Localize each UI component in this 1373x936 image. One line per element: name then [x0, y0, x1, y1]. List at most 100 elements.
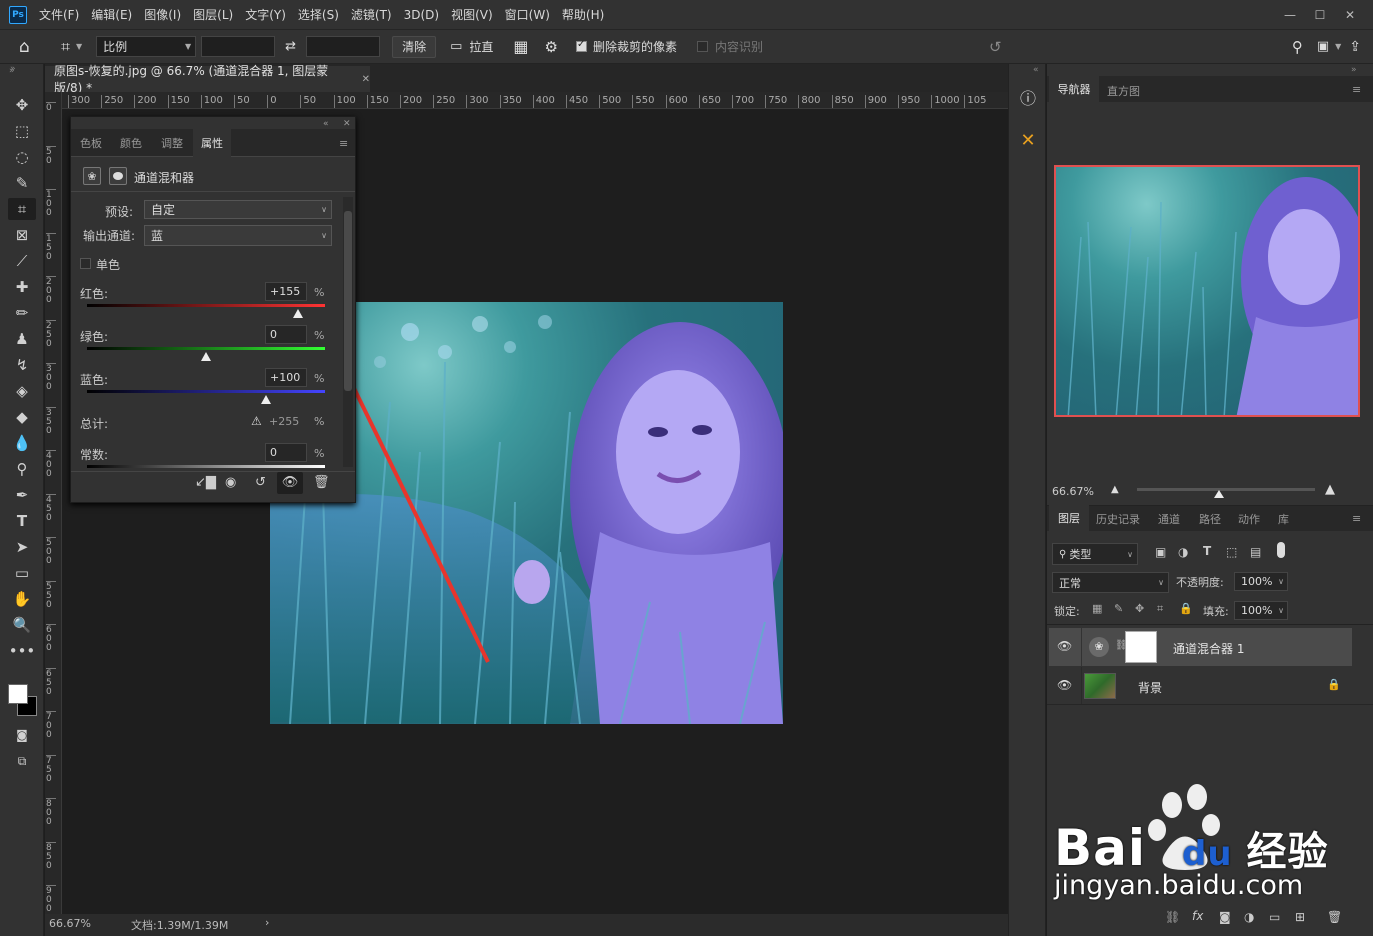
document-tab[interactable]: 原图s-恢复的.jpg @ 66.7% (通道混合器 1, 图层蒙版/8) * …: [45, 64, 370, 95]
home-icon[interactable]: ⌂: [19, 37, 45, 57]
layer-mask-thumbnail[interactable]: [1125, 631, 1157, 663]
clear-button[interactable]: 清除: [392, 35, 437, 58]
zoom-slider[interactable]: [1137, 488, 1315, 491]
height-input[interactable]: [306, 36, 381, 57]
zoom-out-icon[interactable]: ▲: [1111, 484, 1119, 495]
view-previous-icon[interactable]: ◉: [225, 475, 236, 490]
dodge-tool-icon[interactable]: ⚲: [8, 458, 36, 480]
chevron-down-icon[interactable]: ▼: [1335, 42, 1341, 51]
straighten-label[interactable]: 拉直: [469, 38, 493, 55]
tab-swatches[interactable]: 色板: [71, 129, 111, 157]
menu-select[interactable]: 选择(S): [298, 6, 339, 23]
tab-layers[interactable]: 图层: [1049, 505, 1089, 531]
minimize-icon[interactable]: —: [1275, 8, 1305, 22]
green-value-input[interactable]: 0: [265, 325, 307, 344]
preset-select[interactable]: 自定 ∨: [144, 200, 332, 219]
panel-menu-icon[interactable]: ≡: [1352, 83, 1361, 96]
tab-properties[interactable]: 属性: [193, 129, 231, 157]
panel-menu-icon[interactable]: ≡: [339, 137, 348, 150]
rectangle-tool-icon[interactable]: ▭: [8, 562, 36, 584]
healing-brush-tool-icon[interactable]: ✚: [8, 276, 36, 298]
zoom-in-icon[interactable]: ▲: [1325, 482, 1335, 497]
filter-shape-icon[interactable]: ⬚: [1226, 545, 1237, 559]
info-icon[interactable]: ⓘ: [1015, 86, 1041, 112]
hand-tool-icon[interactable]: ✋: [8, 588, 36, 610]
layer-filter-select[interactable]: ⚲ 类型 ∨: [1052, 543, 1138, 565]
menu-view[interactable]: 视图(V): [451, 6, 493, 23]
eraser-tool-icon[interactable]: ◈: [8, 380, 36, 402]
filter-type-icon[interactable]: T: [1203, 544, 1211, 558]
clone-stamp-tool-icon[interactable]: ♟: [8, 328, 36, 350]
menu-layer[interactable]: 图层(L): [193, 6, 233, 23]
menu-help[interactable]: 帮助(H): [562, 6, 604, 23]
gear-icon[interactable]: ⚙: [545, 38, 558, 56]
zoom-tool-icon[interactable]: 🔍: [8, 614, 36, 636]
collapse-icon[interactable]: »: [1351, 65, 1357, 75]
share-icon[interactable]: ⇪: [1349, 39, 1361, 55]
menu-file[interactable]: 文件(F): [39, 6, 79, 23]
constant-value-input[interactable]: 0: [265, 443, 307, 462]
quick-mask-icon[interactable]: ◙: [8, 724, 36, 746]
type-tool-icon[interactable]: T: [8, 510, 36, 532]
navigator-preview[interactable]: [1054, 165, 1360, 417]
scrollbar-thumb[interactable]: [344, 211, 352, 391]
blue-slider-track[interactable]: [87, 390, 325, 393]
tab-color[interactable]: 颜色: [111, 129, 151, 157]
close-icon[interactable]: ✕: [343, 119, 351, 129]
lock-pixels-icon[interactable]: ✎: [1114, 602, 1123, 615]
more-tools-icon[interactable]: •••: [8, 640, 36, 662]
chevron-right-icon[interactable]: ›: [265, 916, 269, 929]
mask-icon[interactable]: [109, 167, 127, 185]
zoom-level[interactable]: 66.67%: [49, 917, 91, 930]
lock-position-icon[interactable]: ✥: [1135, 602, 1144, 615]
lock-transparent-icon[interactable]: ▦: [1092, 602, 1102, 615]
menu-image[interactable]: 图像(I): [144, 6, 181, 23]
marquee-tool-icon[interactable]: ⬚: [8, 120, 36, 142]
path-select-tool-icon[interactable]: ➤: [8, 536, 36, 558]
tab-adjustments[interactable]: 调整: [151, 129, 193, 157]
navigator-zoom[interactable]: 66.67%: [1052, 485, 1094, 498]
search-icon[interactable]: ⚲: [1292, 38, 1303, 56]
constant-slider-track[interactable]: [87, 465, 325, 468]
tab-histogram[interactable]: 直方图: [1107, 83, 1140, 99]
green-slider-track[interactable]: [87, 347, 325, 350]
pen-tool-icon[interactable]: ✒: [8, 484, 36, 506]
menu-window[interactable]: 窗口(W): [505, 6, 550, 23]
monochrome-checkbox[interactable]: [80, 258, 91, 269]
filter-smart-object-icon[interactable]: ▤: [1250, 545, 1261, 559]
collapse-icon[interactable]: »: [10, 64, 16, 74]
visibility-eye-icon[interactable]: 👁: [1057, 639, 1072, 653]
quick-select-tool-icon[interactable]: ✎: [8, 172, 36, 194]
tab-libraries[interactable]: 库: [1278, 511, 1289, 527]
foreground-color-swatch-top[interactable]: [8, 684, 28, 704]
close-icon[interactable]: ✕: [1335, 8, 1365, 22]
frame-tool-icon[interactable]: ⊠: [8, 224, 36, 246]
history-brush-tool-icon[interactable]: ↯: [8, 354, 36, 376]
blue-slider-thumb[interactable]: [260, 395, 271, 404]
lock-all-icon[interactable]: 🔒: [1179, 602, 1193, 615]
red-slider-track[interactable]: [87, 304, 325, 307]
visibility-eye-icon[interactable]: 👁: [277, 472, 303, 494]
eyedropper-tool-icon[interactable]: ⟋: [8, 250, 36, 272]
layer-thumbnail[interactable]: [1084, 673, 1116, 699]
close-icon[interactable]: ✕: [362, 74, 370, 85]
tab-channels[interactable]: 通道: [1158, 511, 1180, 527]
ratio-select[interactable]: 比例 ▼: [96, 36, 197, 57]
content-aware-checkbox[interactable]: [696, 41, 708, 52]
clip-to-layer-icon[interactable]: ↙▇: [195, 475, 216, 490]
blend-mode-select[interactable]: 正常 ∨: [1052, 572, 1169, 593]
width-input[interactable]: [201, 36, 276, 57]
swap-icon[interactable]: ⇄: [285, 39, 296, 54]
menu-type[interactable]: 文字(Y): [245, 6, 286, 23]
menu-3d[interactable]: 3D(D): [404, 8, 439, 22]
layer-row[interactable]: 👁 背景 🔒: [1049, 667, 1352, 705]
red-value-input[interactable]: +155: [265, 282, 307, 301]
maximize-icon[interactable]: ☐: [1305, 8, 1335, 22]
crop-tool-icon[interactable]: ⌗: [8, 198, 36, 220]
delete-cropped-checkbox[interactable]: [575, 39, 587, 52]
panel-scrollbar[interactable]: [343, 197, 353, 467]
blue-value-input[interactable]: +100: [265, 368, 307, 387]
layer-name[interactable]: 通道混合器 1: [1173, 640, 1244, 657]
grid-overlay-icon[interactable]: ▦: [513, 37, 528, 56]
chevron-down-icon[interactable]: ▼: [76, 42, 82, 51]
